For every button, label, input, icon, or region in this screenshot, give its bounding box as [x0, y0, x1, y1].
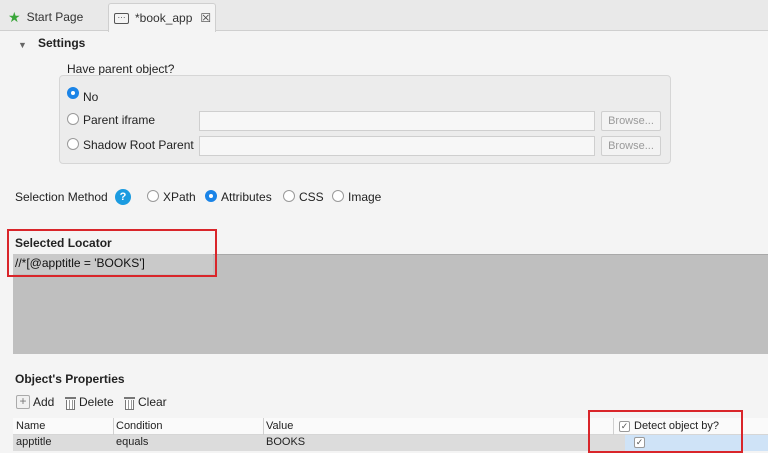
radio-css-label: CSS [299, 190, 324, 204]
parent-iframe-input[interactable] [199, 111, 595, 131]
clear-label: Clear [138, 395, 167, 409]
browse-iframe-button[interactable]: Browse... [601, 111, 661, 131]
star-icon: ★ [8, 9, 21, 25]
radio-no-label: No [83, 90, 99, 104]
cell-value[interactable]: BOOKS [266, 436, 305, 448]
highlight-detect-column [588, 410, 743, 453]
tab-book-app[interactable]: ··· *book_app ☒ [108, 3, 216, 32]
radio-attributes[interactable] [205, 190, 217, 202]
delete-button[interactable]: Delete [65, 393, 114, 411]
add-button[interactable]: + Add [16, 393, 54, 411]
radio-parent-iframe-label: Parent iframe [83, 113, 156, 127]
add-label: Add [33, 395, 55, 409]
clear-button[interactable]: Clear [124, 393, 167, 411]
cell-condition[interactable]: equals [116, 436, 148, 448]
tab-start-page[interactable]: ★ Start Page [8, 3, 83, 31]
tab-label: *book_app [135, 11, 193, 25]
tab-label: Start Page [26, 10, 84, 24]
radio-shadow-root-label: Shadow Root Parent [83, 138, 194, 152]
browse-shadow-root-button[interactable]: Browse... [601, 136, 661, 156]
properties-title: Object's Properties [15, 372, 125, 386]
radio-xpath[interactable] [147, 190, 159, 202]
add-icon: + [16, 395, 30, 409]
clear-icon [124, 395, 135, 410]
shadow-root-input[interactable] [199, 136, 595, 156]
selection-method-label: Selection Method [15, 190, 108, 204]
radio-xpath-label: XPath [163, 190, 196, 204]
radio-css[interactable] [283, 190, 295, 202]
radio-shadow-root-parent[interactable] [67, 138, 79, 150]
settings-title: Settings [38, 36, 86, 50]
highlight-selected-locator [7, 229, 217, 277]
radio-image[interactable] [332, 190, 344, 202]
radio-parent-iframe[interactable] [67, 113, 79, 125]
help-icon[interactable]: ? [115, 189, 131, 205]
column-header-name[interactable]: Name [16, 420, 45, 432]
cell-name: apptitle [16, 436, 52, 448]
radio-attributes-label: Attributes [221, 190, 272, 204]
radio-no[interactable] [67, 87, 79, 99]
object-icon: ··· [114, 12, 129, 24]
collapse-arrow-icon[interactable]: ▼ [18, 40, 27, 50]
column-divider [263, 418, 264, 435]
parent-object-question: Have parent object? [67, 62, 175, 76]
close-icon[interactable]: ☒ [200, 11, 211, 25]
radio-image-label: Image [348, 190, 382, 204]
column-divider [113, 418, 114, 435]
editor-tab-bar: ★ Start Page ··· *book_app ☒ [0, 0, 768, 32]
trash-icon [65, 395, 76, 410]
delete-label: Delete [79, 395, 114, 409]
column-header-value[interactable]: Value [266, 420, 293, 432]
column-header-condition[interactable]: Condition [116, 420, 162, 432]
